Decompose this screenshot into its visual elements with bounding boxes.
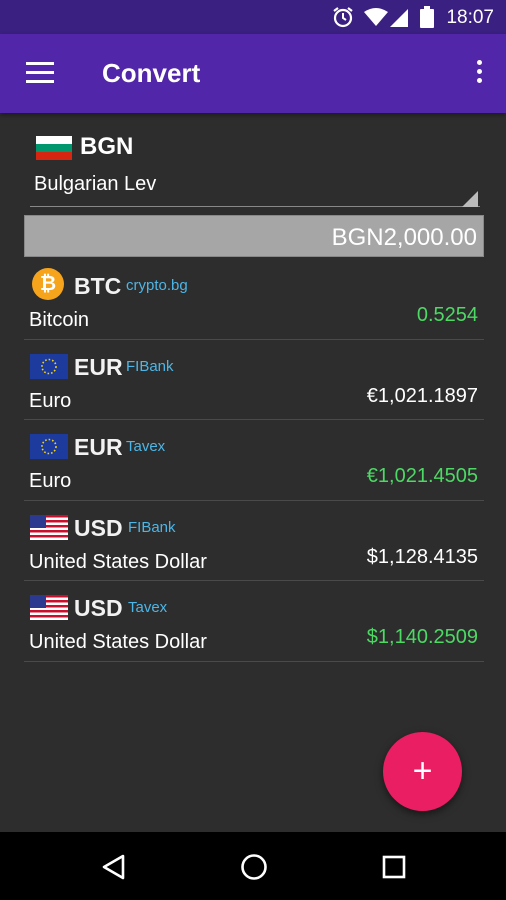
signal-icon [390,9,408,27]
list-item[interactable]: EUR Tavex Euro €1,021.4505 [0,420,506,501]
converted-value: $1,128.4135 [366,545,478,568]
divider [30,206,480,207]
add-currency-button[interactable]: + [383,732,462,811]
back-icon[interactable] [101,854,127,880]
list-item[interactable]: EUR FIBank Euro €1,021.1897 [0,340,506,420]
converted-value: 0.5254 [416,304,478,326]
page-title: Convert [102,58,201,88]
converted-value: $1,140.2509 [366,626,478,648]
currency-code: USD [74,595,123,621]
eu-flag-icon [30,434,68,459]
list-item[interactable]: USD Tavex United States Dollar $1,140.25… [0,581,506,662]
battery-icon [420,6,434,28]
converted-value: €1,021.4505 [366,465,478,487]
recents-icon[interactable] [382,855,406,879]
currency-name: United States Dollar [29,631,207,653]
status-time: 18:07 [446,7,494,28]
home-icon[interactable] [240,853,268,881]
amount-input[interactable]: BGN2,000.00 [24,215,484,257]
wifi-icon [364,8,388,26]
us-flag-icon [30,595,68,620]
currency-code: EUR [74,434,123,460]
currency-name: Bitcoin [29,309,90,331]
list-item[interactable]: ₿ BTC crypto.bg Bitcoin 0.5254 [0,259,506,340]
rate-source: Tavex [126,438,166,455]
converted-value: €1,021.1897 [366,384,478,407]
rate-source: FIBank [128,518,176,536]
rate-source: FIBank [126,357,174,375]
currency-name: Euro [29,470,72,492]
base-currency-select[interactable]: Bulgarian Lev [34,173,156,196]
currency-name: Euro [29,389,72,412]
rate-source: Tavex [128,599,168,616]
bitcoin-icon: ₿ [32,268,64,300]
eu-flag-icon [30,353,68,379]
currency-code: BTC [74,273,122,299]
menu-icon[interactable] [26,62,54,84]
dropdown-arrow-icon[interactable] [462,191,478,207]
more-options-icon[interactable] [474,60,484,88]
conversion-list: ₿ BTC crypto.bg Bitcoin 0.5254 EUR FIBan… [0,259,506,662]
list-item[interactable]: USD FIBank United States Dollar $1,128.4… [0,501,506,581]
app-bar: Convert [0,34,506,113]
bulgaria-flag-icon [36,136,72,160]
rate-source: crypto.bg [126,277,188,294]
currency-name: United States Dollar [29,550,207,573]
system-navigation-bar [0,832,506,900]
alarm-icon [333,7,353,28]
us-flag-icon [30,514,68,540]
currency-code: USD [74,514,123,541]
currency-code: EUR [74,353,123,380]
status-bar: 18:07 [0,0,506,34]
base-currency-code: BGN [80,133,134,160]
divider [24,660,484,662]
